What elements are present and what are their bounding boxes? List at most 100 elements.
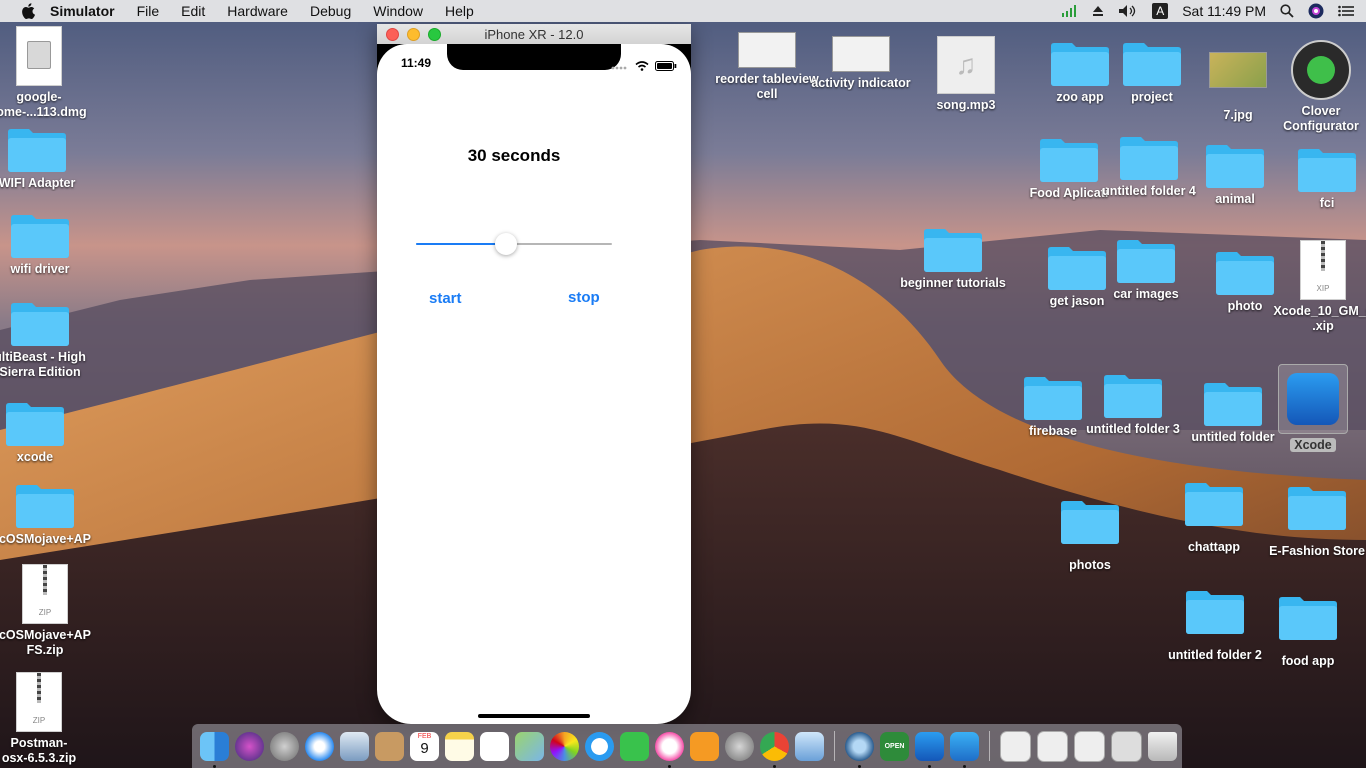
dock-ibooks-icon[interactable] [690, 731, 719, 761]
desktop-icon-mojave-zip[interactable]: ZIP cOSMojave+AP FS.zip [0, 564, 100, 658]
desktop-icon-song[interactable]: ♫ song.mp3 [911, 36, 1021, 113]
dock-contacts-icon[interactable] [375, 731, 404, 761]
icon-label: activity indicator [811, 76, 911, 90]
folder-icon [1184, 480, 1244, 526]
menubar-clock[interactable]: Sat 11:49 PM [1182, 3, 1266, 19]
desktop-icon-wifi-adapter[interactable]: WIFI Adapter [0, 126, 92, 191]
desktop-icon-postman-zip[interactable]: ZIP Postman- osx-6.5.3.zip [0, 672, 94, 766]
dock-system-preferences-icon[interactable] [725, 731, 754, 761]
dock-xcode-icon[interactable] [915, 731, 944, 768]
folder-icon [1119, 134, 1179, 180]
apple-icon[interactable] [20, 3, 36, 19]
dock-maps-icon[interactable] [515, 731, 544, 761]
window-titlebar[interactable]: iPhone XR - 12.0 [377, 24, 691, 44]
desktop-icon-chrome-dmg[interactable]: google- rome-...113.dmg [0, 26, 94, 120]
siri-icon[interactable] [1308, 3, 1324, 19]
desktop-icon-mojave-folder[interactable]: cOSMojave+AP [0, 482, 100, 547]
desktop-icon-multibeast[interactable]: ultiBeast - High Sierra Edition [0, 300, 95, 380]
start-button[interactable]: start [429, 290, 462, 307]
desktop-icon-xcode-xip[interactable]: XIP Xcode_10_GM_s .xip [1268, 240, 1366, 334]
stop-button[interactable]: stop [568, 289, 600, 306]
desktop-icon-untitled-folder-3[interactable]: untitled folder 3 [1078, 372, 1188, 437]
dock-document-stack-1-icon[interactable] [1000, 730, 1031, 762]
desktop-icon-chattapp[interactable]: chattapp [1159, 480, 1269, 555]
desktop-icon-activity-indicator[interactable]: activity indicator [806, 36, 916, 91]
desktop-icon-photos[interactable]: photos [1035, 498, 1145, 573]
desktop-icon-xcode-folder[interactable]: xcode [0, 400, 90, 465]
icon-label: ultiBeast - High [0, 350, 86, 364]
slider-thumb[interactable] [495, 233, 518, 255]
cellular-dots-icon [611, 58, 629, 76]
timer-slider[interactable] [416, 230, 612, 258]
desktop-icon-fci[interactable]: fci [1272, 146, 1366, 211]
icon-label: .xip [1312, 319, 1334, 333]
music-file-icon: ♫ [937, 36, 995, 94]
eject-icon[interactable] [1092, 5, 1104, 17]
dock-safari-icon[interactable] [305, 731, 334, 761]
folder-icon [1205, 142, 1265, 188]
iphone-device-frame: 11:49 30 seconds start stop [377, 44, 691, 724]
dock-instruments-icon[interactable] [950, 731, 979, 768]
menu-file[interactable]: File [137, 3, 160, 19]
dock-document-stack-3-icon[interactable] [1074, 730, 1105, 762]
calendar-day: 9 [420, 739, 429, 757]
folder-icon [1185, 588, 1245, 634]
dock-separator [834, 731, 835, 761]
dock: FEB 9 OPEN [192, 724, 1182, 768]
signal-bars-icon[interactable] [1062, 5, 1078, 17]
dock-chrome-icon[interactable] [760, 731, 789, 768]
notification-center-icon[interactable] [1338, 5, 1354, 17]
dock-reminders-icon[interactable] [480, 731, 509, 761]
desktop-icon-car-images[interactable]: car images [1091, 237, 1201, 302]
menu-window[interactable]: Window [373, 3, 423, 19]
volume-icon[interactable] [1118, 4, 1138, 18]
desktop-icon-wifi-driver[interactable]: wifi driver [0, 212, 95, 277]
folder-icon [1297, 146, 1357, 192]
spotlight-search-icon[interactable] [1280, 4, 1294, 18]
menu-edit[interactable]: Edit [181, 3, 205, 19]
dock-preview-icon[interactable] [795, 731, 824, 761]
icon-label: Configurator [1283, 119, 1359, 133]
menu-hardware[interactable]: Hardware [227, 3, 288, 19]
icon-label: cOSMojave+AP [0, 532, 92, 546]
desktop-icon-xcode-app[interactable]: Xcode [1258, 364, 1366, 453]
dock-quicktime-icon[interactable] [845, 731, 874, 768]
folder-icon [15, 482, 75, 528]
dock-itunes-icon[interactable] [655, 731, 684, 768]
desktop-icon-food-app[interactable]: food app [1253, 594, 1363, 669]
folder-icon [1203, 380, 1263, 426]
icon-label: rome-...113.dmg [0, 105, 87, 119]
dock-facetime-icon[interactable] [620, 731, 649, 761]
input-letter: A [1152, 3, 1169, 19]
icon-label: xcode [16, 450, 54, 464]
icon-label: WIFI Adapter [0, 176, 76, 190]
dock-notes-icon[interactable] [445, 731, 474, 761]
dock-launchpad-icon[interactable] [270, 731, 299, 761]
icon-label: photos [1069, 558, 1111, 572]
desktop-icon-beginner-tutorials[interactable]: beginner tutorials [898, 226, 1008, 291]
home-indicator[interactable] [478, 714, 590, 718]
dock-finder-icon[interactable] [200, 731, 229, 768]
folder-icon [7, 126, 67, 172]
dock-photos-icon[interactable] [550, 731, 579, 761]
icon-label: FS.zip [26, 643, 64, 657]
icon-label: Sierra Edition [0, 365, 81, 379]
dock-calendar-icon[interactable]: FEB 9 [410, 731, 439, 761]
folder-icon [1103, 372, 1163, 418]
desktop-icon-efashion-store[interactable]: E-Fashion Store [1262, 484, 1366, 559]
wifi-icon [635, 58, 649, 76]
menu-help[interactable]: Help [445, 3, 474, 19]
clover-app-icon [1291, 40, 1351, 100]
dock-document-stack-2-icon[interactable] [1037, 730, 1068, 762]
desktop-icon-clover-configurator[interactable]: Clover Configurator [1266, 40, 1366, 134]
dock-keyboard-viewer-icon[interactable] [1111, 730, 1142, 762]
dock-trash-icon[interactable] [1148, 731, 1177, 761]
dock-messages-icon[interactable] [585, 731, 614, 761]
menu-app-name[interactable]: Simulator [50, 3, 115, 19]
input-source-icon[interactable]: A [1152, 3, 1169, 19]
dock-siri-icon[interactable] [235, 731, 264, 761]
dock-mail-stamp-icon[interactable] [340, 731, 369, 761]
dock-open-app-icon[interactable]: OPEN [880, 731, 909, 761]
menu-debug[interactable]: Debug [310, 3, 351, 19]
icon-label: car images [1113, 287, 1179, 301]
